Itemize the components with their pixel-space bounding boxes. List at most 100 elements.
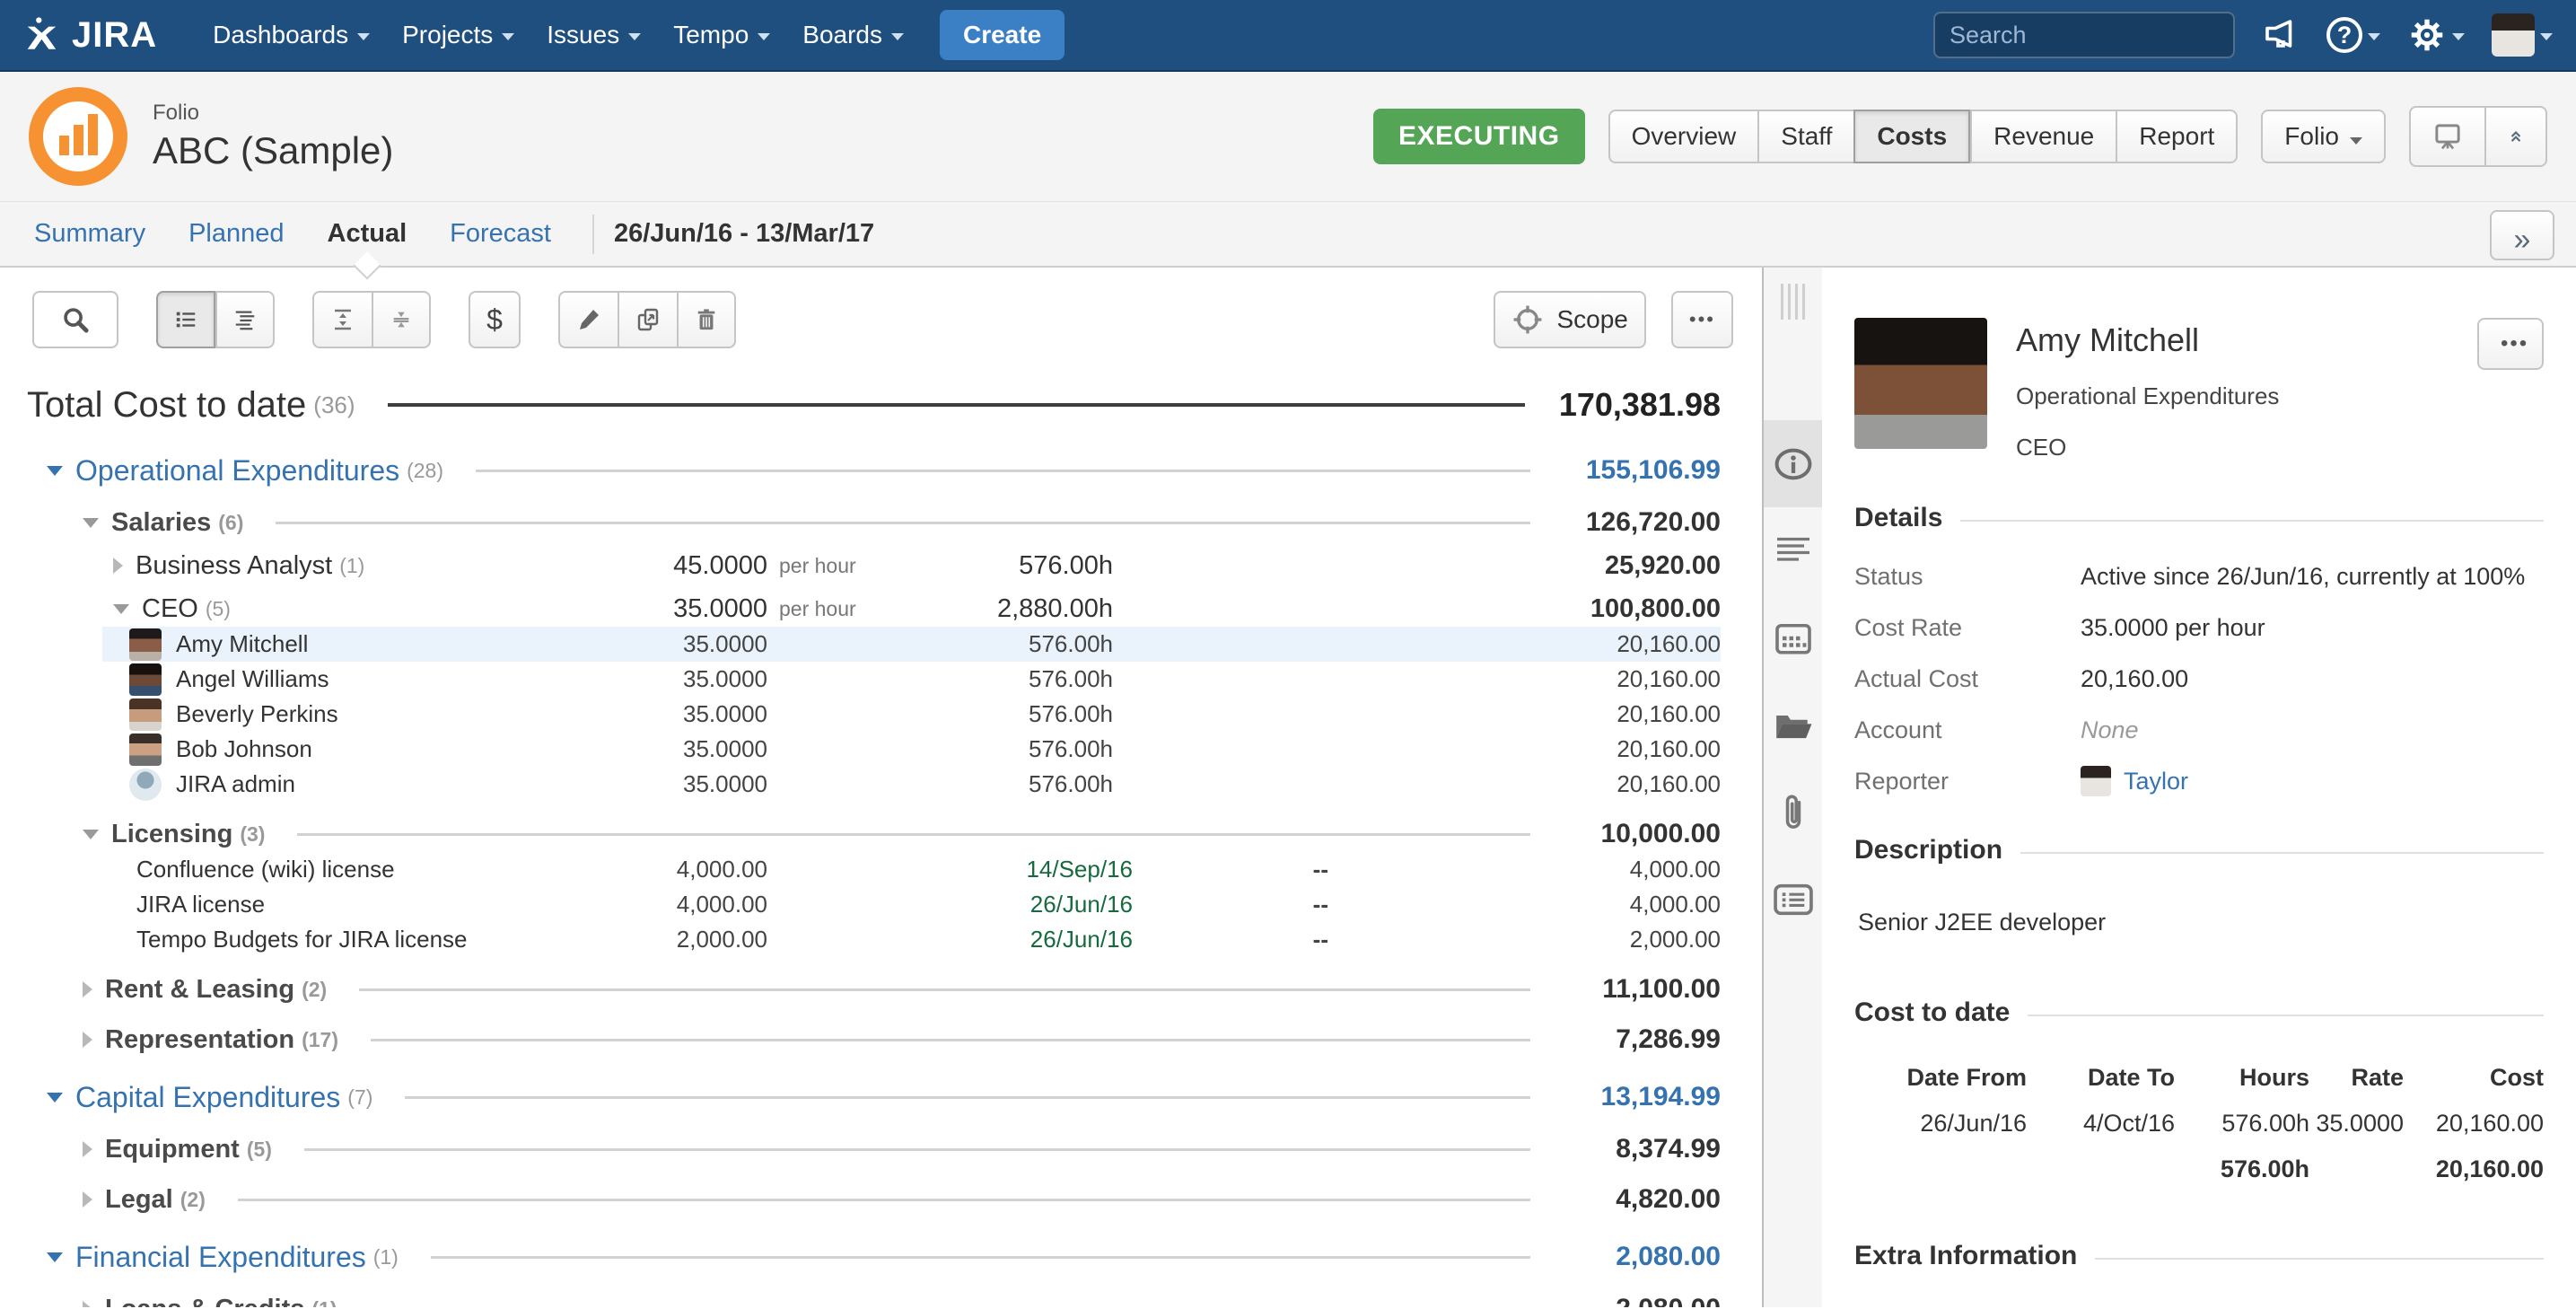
tab-costs[interactable]: Costs <box>1853 110 1970 163</box>
nav-menu-projects[interactable]: Projects <box>386 0 530 71</box>
category-row[interactable]: Operational Expenditures(28) 155,106.99 <box>27 451 1721 490</box>
filter-search-button[interactable] <box>32 291 118 348</box>
folder-icon <box>1774 708 1813 742</box>
expand-caret-icon[interactable] <box>83 1191 92 1208</box>
avatar <box>129 628 162 661</box>
nav-menu-dashboards[interactable]: Dashboards <box>197 0 386 71</box>
copy-move-button[interactable] <box>618 291 677 348</box>
expand-panel-button[interactable]: » <box>2490 210 2554 260</box>
collapse-caret-icon[interactable] <box>113 604 129 614</box>
expand-caret-icon[interactable] <box>113 558 123 574</box>
crosshair-icon <box>1511 303 1544 336</box>
person-row-jira-admin[interactable]: JIRA admin 35.0000 576.00h 20,160.00 <box>102 767 1721 802</box>
category-row[interactable]: Rent & Leasing(2) 11,100.00 <box>27 971 1721 1007</box>
expand-caret-icon[interactable] <box>83 1301 92 1307</box>
list-view-button[interactable] <box>156 291 215 348</box>
panel-more-button[interactable]: ••• <box>2477 318 2544 370</box>
settings-menu[interactable] <box>2407 15 2465 55</box>
rail-tab-attachments[interactable] <box>1764 769 1822 856</box>
collapse-caret-icon[interactable] <box>47 466 63 476</box>
edit-button[interactable] <box>558 291 618 348</box>
delete-button[interactable] <box>677 291 736 348</box>
nav-menu-tempo[interactable]: Tempo <box>657 0 786 71</box>
jira-logo[interactable]: JIRA <box>23 15 157 56</box>
collapse-all-button[interactable] <box>372 291 431 348</box>
position-row[interactable]: Business Analyst(1) 45.0000 per hour 576… <box>27 548 1721 584</box>
expense-item-row[interactable]: Confluence (wiki) license 4,000.00 14/Se… <box>27 852 1721 887</box>
chevron-down-icon <box>2540 33 2553 40</box>
person-row-amy-mitchell[interactable]: Amy Mitchell 35.0000 576.00h 20,160.00 <box>102 627 1721 662</box>
expand-caret-icon[interactable] <box>83 1032 92 1048</box>
scope-button[interactable]: Scope <box>1494 291 1645 348</box>
costs-subnav: Summary Planned Actual Forecast 26/Jun/1… <box>0 202 2576 268</box>
announcements-button[interactable] <box>2262 16 2300 54</box>
folio-header: Folio ABC (Sample) EXECUTING Overview St… <box>0 72 2576 202</box>
nav-menu-issues[interactable]: Issues <box>530 0 657 71</box>
person-row-bob-johnson[interactable]: Bob Johnson 35.0000 576.00h 20,160.00 <box>102 732 1721 767</box>
presentation-mode-button[interactable] <box>2409 106 2484 167</box>
tab-overview[interactable]: Overview <box>1608 110 1758 163</box>
subtab-planned[interactable]: Planned <box>167 202 305 266</box>
rail-tab-calendar[interactable] <box>1764 594 1822 681</box>
category-row[interactable]: Representation(17) 7,286.99 <box>27 1022 1721 1058</box>
folio-dropdown[interactable]: Folio <box>2261 110 2386 163</box>
tab-report[interactable]: Report <box>2116 110 2238 163</box>
avatar <box>129 734 162 766</box>
person-row-beverly-perkins[interactable]: Beverly Perkins 35.0000 576.00h 20,160.0… <box>102 697 1721 732</box>
chevron-down-icon <box>2350 137 2362 145</box>
rail-tab-worklog[interactable] <box>1764 856 1822 943</box>
person-row-angel-williams[interactable]: Angel Williams 35.0000 576.00h 20,160.00 <box>102 662 1721 697</box>
category-row[interactable]: Salaries(6) 126,720.00 <box>27 505 1721 540</box>
category-row[interactable]: Capital Expenditures(7) 13,194.99 <box>27 1077 1721 1117</box>
category-row[interactable]: Legal(2) 4,820.00 <box>27 1182 1721 1217</box>
currency-button[interactable]: $ <box>469 291 521 348</box>
search-input[interactable] <box>1950 22 2267 49</box>
expand-caret-icon[interactable] <box>83 981 92 997</box>
category-row[interactable]: Loans & Credits(1) 2,080.00 <box>27 1291 1721 1307</box>
subtab-forecast[interactable]: Forecast <box>428 202 573 266</box>
expense-item-row[interactable]: JIRA license 4,000.00 26/Jun/16 -- 4,000… <box>27 887 1721 922</box>
hours-cell: 2,880.00h <box>997 594 1113 624</box>
expense-item-row[interactable]: Tempo Budgets for JIRA license 2,000.00 … <box>27 922 1721 957</box>
nav-menu-boards[interactable]: Boards <box>786 0 920 71</box>
tab-revenue[interactable]: Revenue <box>1970 110 2116 163</box>
chevron-down-icon <box>2368 33 2380 40</box>
collapse-header-button[interactable] <box>2484 106 2547 167</box>
collapse-caret-icon[interactable] <box>83 518 99 528</box>
subtab-actual[interactable]: Actual <box>306 202 429 266</box>
help-menu[interactable]: ? <box>2326 17 2380 53</box>
grouped-view-button[interactable] <box>215 291 275 348</box>
panel-resize-handle[interactable] <box>1781 282 1805 321</box>
detail-row-status: Status Active since 26/Jun/16, currently… <box>1854 558 2544 594</box>
category-row[interactable]: Licensing(3) 10,000.00 <box>27 816 1721 852</box>
rail-tab-info[interactable] <box>1764 420 1822 507</box>
rail-tab-description[interactable] <box>1764 507 1822 594</box>
more-options-button[interactable]: ••• <box>1671 291 1733 348</box>
expand-all-button[interactable] <box>312 291 372 348</box>
date-range: 26/Jun/16 - 13/Mar/17 <box>614 219 874 249</box>
extra-info-section-heading: Extra Information <box>1854 1241 2544 1271</box>
create-button[interactable]: Create <box>940 10 1065 60</box>
reporter-link[interactable]: Taylor <box>2124 768 2188 795</box>
subtab-summary[interactable]: Summary <box>13 202 167 266</box>
position-row[interactable]: CEO(5) 35.0000 per hour 2,880.00h 100,80… <box>27 591 1721 627</box>
reporter-avatar <box>2081 766 2111 796</box>
collapse-caret-icon[interactable] <box>47 1093 63 1103</box>
user-menu[interactable] <box>2492 13 2553 57</box>
rail-tab-folder[interactable] <box>1764 681 1822 769</box>
expand-caret-icon[interactable] <box>83 1141 92 1157</box>
search-box[interactable] <box>1933 12 2235 58</box>
category-row[interactable]: Financial Expenditures(1) 2,080.00 <box>27 1237 1721 1277</box>
collapse-caret-icon[interactable] <box>47 1252 63 1262</box>
bullet-list-icon <box>174 304 197 335</box>
person-role: CEO <box>2016 434 2279 461</box>
page-title: ABC (Sample) <box>153 129 393 172</box>
chevron-down-icon <box>502 33 514 40</box>
detail-row-account: Account None <box>1854 712 2544 748</box>
category-row[interactable]: Equipment(5) 8,374.99 <box>27 1131 1721 1167</box>
collapse-caret-icon[interactable] <box>83 830 99 839</box>
brand-name: JIRA <box>72 15 157 56</box>
tab-staff[interactable]: Staff <box>1757 110 1853 163</box>
avatar <box>129 663 162 696</box>
avatar <box>129 698 162 731</box>
